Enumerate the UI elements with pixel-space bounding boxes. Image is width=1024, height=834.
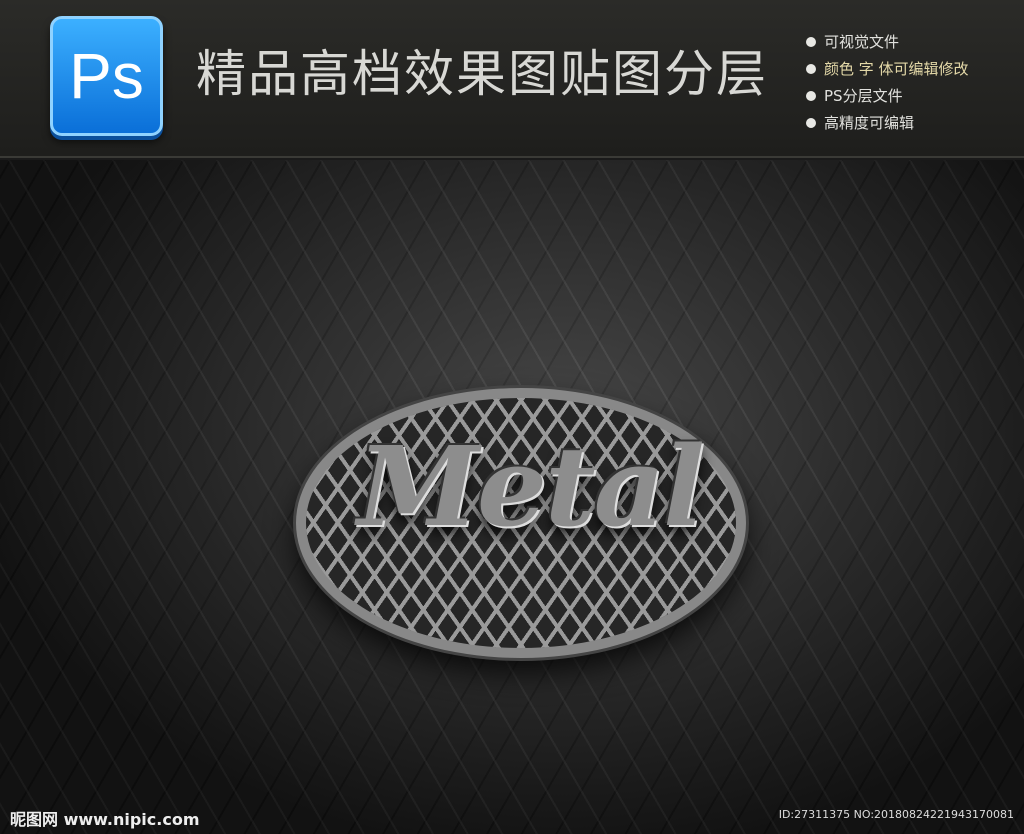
feature-label: PS分层文件 — [824, 87, 903, 105]
metal-plate-preview: Metal — [0, 160, 1024, 834]
bullet-icon — [806, 36, 816, 47]
feature-item: 颜色 字 体可编辑修改 — [806, 55, 969, 82]
feature-label: 高精度可编辑 — [824, 114, 915, 132]
image-id: ID:27311375 NO:20180824221943170081 — [778, 808, 1014, 821]
feature-list: 可视觉文件 颜色 字 体可编辑修改 PS分层文件 高精度可编辑 — [806, 28, 969, 136]
feature-label: 颜色 字 体可编辑修改 — [824, 60, 969, 78]
bullet-icon — [806, 90, 816, 101]
emblem-text: Metal — [357, 422, 705, 551]
feature-label: 可视觉文件 — [824, 33, 900, 51]
photoshop-logo-icon: Ps — [50, 16, 163, 136]
feature-item: PS分层文件 — [806, 82, 969, 109]
site-watermark: 昵图网 www.nipic.com — [10, 810, 200, 829]
feature-item: 可视觉文件 — [806, 28, 969, 55]
bullet-icon — [806, 63, 816, 74]
header-banner: Ps 精品高档效果图贴图分层 可视觉文件 颜色 字 体可编辑修改 PS分层文件 … — [0, 0, 1024, 158]
bullet-icon — [806, 117, 816, 128]
feature-item: 高精度可编辑 — [806, 109, 969, 136]
banner-title: 精品高档效果图贴图分层 — [196, 45, 768, 103]
